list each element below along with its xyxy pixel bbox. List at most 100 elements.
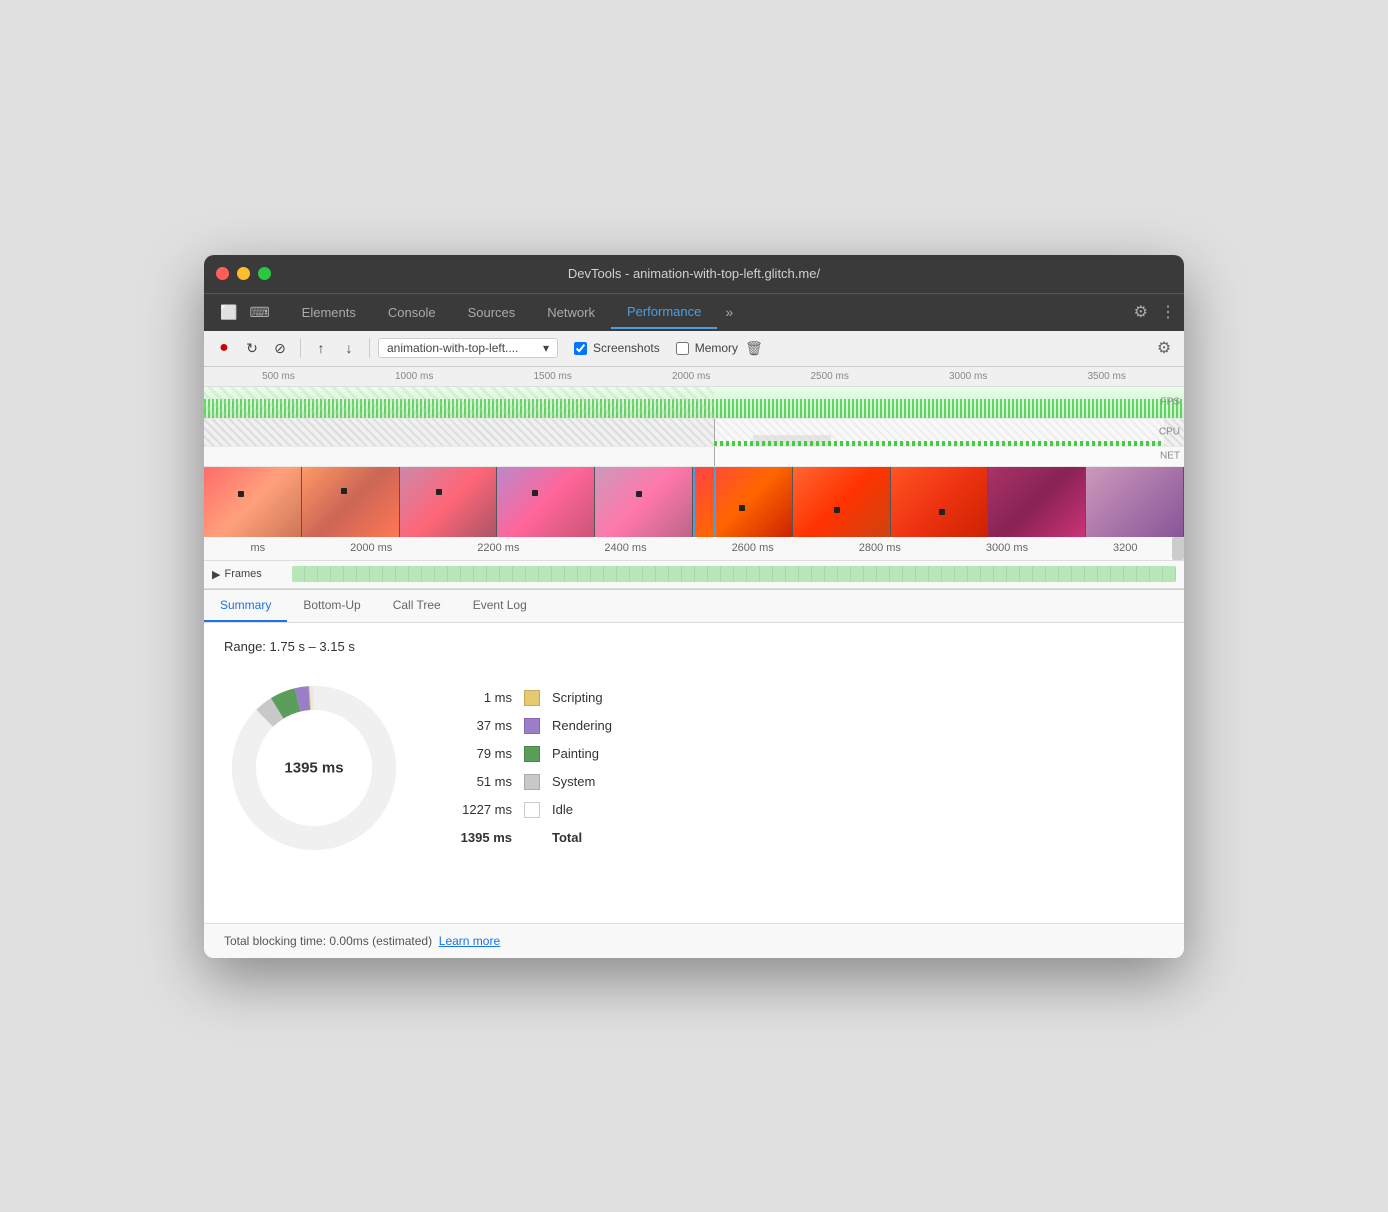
fps-row: FPS [204, 387, 1184, 419]
ruler-mark-3000: 3000 ms [949, 371, 987, 382]
download-button[interactable]: ↓ [337, 336, 361, 360]
dot-4 [532, 490, 538, 496]
screenshots-label[interactable]: Screenshots [593, 341, 660, 355]
devtools-window: DevTools - animation-with-top-left.glitc… [204, 255, 1184, 958]
screenshot-9[interactable] [988, 467, 1086, 537]
tab-event-log[interactable]: Event Log [457, 590, 543, 622]
clear-button[interactable]: ⊘ [268, 336, 292, 360]
timeline-upper-ruler: 500 ms 1000 ms 1500 ms 2000 ms 2500 ms 3… [204, 367, 1184, 387]
tab-network[interactable]: Network [531, 297, 611, 328]
total-spacer [524, 830, 540, 846]
delete-recording-button[interactable]: 🗑 [742, 336, 766, 360]
legend-item-scripting: 1 ms Scripting [452, 690, 612, 706]
bottom-status: Total blocking time: 0.00ms (estimated) … [204, 923, 1184, 958]
close-button[interactable] [216, 267, 229, 280]
lower-mark-3000: 3000 ms [986, 542, 1028, 554]
screenshot-strip[interactable] [204, 467, 1184, 537]
memory-checkbox[interactable] [676, 342, 689, 355]
system-color [524, 774, 540, 790]
painting-label: Painting [552, 746, 599, 761]
range-text: Range: 1.75 s – 3.15 s [224, 639, 1164, 654]
ruler-mark-1500: 1500 ms [534, 371, 572, 382]
tab-more-icon[interactable]: » [717, 296, 741, 328]
frames-text: Frames [224, 568, 261, 580]
screenshots-checkbox[interactable] [574, 342, 587, 355]
lower-mark-2000: 2000 ms [350, 542, 392, 554]
tab-console[interactable]: Console [372, 297, 452, 328]
screenshot-3[interactable] [400, 467, 498, 537]
tab-summary[interactable]: Summary [204, 590, 287, 622]
screenshot-1[interactable] [204, 467, 302, 537]
donut-center-text: 1395 ms [284, 759, 343, 776]
cpu-net-bar [714, 441, 1165, 446]
screenshot-10[interactable] [1086, 467, 1184, 537]
memory-label[interactable]: Memory [695, 341, 738, 355]
lower-mark-2400: 2400 ms [604, 542, 646, 554]
url-dropdown-icon: ▾ [543, 341, 549, 355]
ruler-mark-500: 500 ms [262, 371, 295, 382]
tab-call-tree[interactable]: Call Tree [377, 590, 457, 622]
tab-bottom-up[interactable]: Bottom-Up [287, 590, 376, 622]
dot-5 [636, 491, 642, 497]
lower-mark-2800: 2800 ms [859, 542, 901, 554]
screenshots-checkbox-group: Screenshots [574, 341, 660, 355]
url-selector[interactable]: animation-with-top-left.... ▾ [378, 338, 558, 358]
title-bar: DevTools - animation-with-top-left.glitc… [204, 255, 1184, 293]
toolbar-divider-1 [300, 338, 301, 358]
frames-bars [292, 566, 1176, 582]
donut-chart: 1395 ms [224, 678, 404, 858]
screenshot-4[interactable] [497, 467, 595, 537]
dot-6 [739, 505, 745, 511]
tab-sources[interactable]: Sources [452, 297, 532, 328]
legend-item-rendering: 37 ms Rendering [452, 718, 612, 734]
more-options-icon[interactable]: ⋮ [1160, 302, 1176, 322]
net-selected [714, 447, 1165, 466]
learn-more-link[interactable]: Learn more [439, 934, 500, 948]
settings-icon[interactable]: ⚙ [1134, 302, 1148, 322]
device-icon[interactable]: ⌨ [245, 302, 273, 323]
ruler-mark-2000: 2000 ms [672, 371, 710, 382]
lower-ruler-marks: ms 2000 ms 2200 ms 2400 ms 2600 ms 2800 … [208, 542, 1180, 554]
screenshot-7[interactable] [793, 467, 891, 537]
lower-mark-3200: 3200 [1113, 542, 1137, 554]
cursor-icon[interactable]: ⬜ [216, 302, 241, 323]
minimize-button[interactable] [237, 267, 250, 280]
traffic-lights [216, 267, 271, 280]
idle-label: Idle [552, 802, 573, 817]
legend-item-system: 51 ms System [452, 774, 612, 790]
tab-elements[interactable]: Elements [286, 297, 372, 328]
net-label: NET [1160, 451, 1180, 462]
cpu-label: CPU [1159, 427, 1180, 438]
cpu-row: CPU [204, 419, 1184, 447]
tab-performance[interactable]: Performance [611, 296, 717, 329]
ruler-mark-1000: 1000 ms [395, 371, 433, 382]
tab-bar: ⬜ ⌨ Elements Console Sources Network Per… [204, 293, 1184, 331]
frames-label[interactable]: ▶ Frames [212, 568, 292, 581]
tab-bar-icons: ⬜ ⌨ [212, 294, 278, 331]
upload-button[interactable]: ↑ [309, 336, 333, 360]
blocking-time-text: Total blocking time: 0.00ms (estimated) [224, 934, 432, 948]
bottom-panel: Summary Bottom-Up Call Tree Event Log Ra… [204, 590, 1184, 958]
fps-label: FPS [1161, 397, 1180, 408]
system-label: System [552, 774, 595, 789]
maximize-button[interactable] [258, 267, 271, 280]
record-button[interactable]: ● [212, 336, 236, 360]
legend-item-idle: 1227 ms Idle [452, 802, 612, 818]
reload-button[interactable]: ↻ [240, 336, 264, 360]
rendering-label: Rendering [552, 718, 612, 733]
toolbar-divider-2 [369, 338, 370, 358]
timeline-scrollbar[interactable] [1172, 537, 1184, 560]
screenshot-2[interactable] [302, 467, 400, 537]
timeline-lower-ruler: ms 2000 ms 2200 ms 2400 ms 2600 ms 2800 … [204, 537, 1184, 561]
screenshot-8[interactable] [891, 467, 989, 537]
legend-item-total: 1395 ms Total [452, 830, 612, 846]
cpu-hatch-left [204, 419, 714, 446]
legend-item-painting: 79 ms Painting [452, 746, 612, 762]
panel-tabs: Summary Bottom-Up Call Tree Event Log [204, 590, 1184, 623]
capture-settings-button[interactable]: ⚙ [1152, 336, 1176, 360]
screenshot-5[interactable] [595, 467, 693, 537]
screenshot-6[interactable] [693, 467, 793, 537]
ruler-mark-2500: 2500 ms [811, 371, 849, 382]
total-value: 1395 ms [452, 830, 512, 845]
lower-mark-ms: ms [250, 542, 265, 554]
